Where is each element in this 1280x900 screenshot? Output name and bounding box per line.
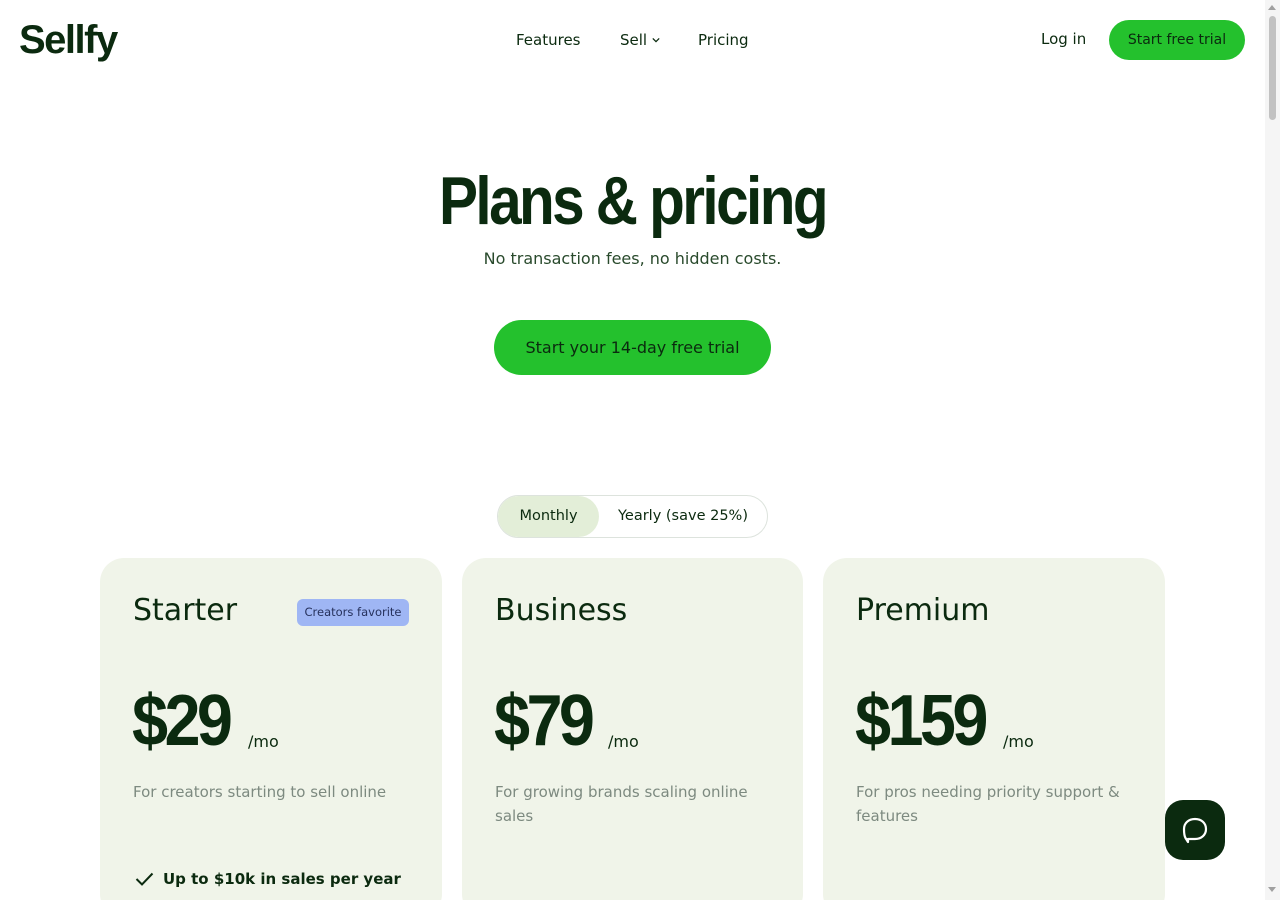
- plan-price: $159 /mo: [855, 676, 1034, 766]
- price-unit: /mo: [248, 732, 279, 751]
- billing-period-toggle: Monthly Yearly (save 25%): [497, 495, 768, 538]
- chat-support-button[interactable]: [1165, 800, 1225, 860]
- plan-feature-label: Up to $10k in sales per year: [163, 870, 401, 888]
- start-free-trial-button[interactable]: Start free trial: [1109, 20, 1245, 60]
- chat-bubble-icon: [1182, 817, 1208, 844]
- nav-pricing-link[interactable]: Pricing: [698, 29, 749, 51]
- page-title: Plans & pricing: [439, 163, 829, 239]
- price-unit: /mo: [608, 732, 639, 751]
- plan-name: Starter: [133, 593, 238, 628]
- start-14-day-trial-button[interactable]: Start your 14-day free trial: [494, 320, 771, 375]
- site-header: Sellfy Features Sell Pricing Log in Star…: [0, 0, 1265, 80]
- billing-monthly-option[interactable]: Monthly: [498, 496, 599, 537]
- price-amount: $29: [132, 681, 233, 761]
- plan-card-starter: Starter Creators favorite $29 /mo For cr…: [100, 558, 442, 900]
- plan-name: Premium: [856, 593, 990, 628]
- price-amount: $159: [855, 681, 988, 761]
- chevron-down-icon: [652, 37, 660, 43]
- page-scrollbar[interactable]: [1265, 0, 1280, 900]
- nav-features-link[interactable]: Features: [516, 29, 581, 51]
- plan-card-business: Business $79 /mo For growing brands scal…: [462, 558, 803, 900]
- price-amount: $79: [494, 681, 595, 761]
- plan-name: Business: [495, 593, 628, 628]
- price-unit: /mo: [1003, 732, 1034, 751]
- nav-sell-dropdown[interactable]: Sell: [620, 29, 660, 51]
- check-icon: [135, 872, 154, 886]
- plan-price: $29 /mo: [132, 676, 279, 766]
- plan-card-premium: Premium $159 /mo For pros needing priori…: [823, 558, 1165, 900]
- creators-favorite-badge: Creators favorite: [297, 599, 409, 626]
- scroll-up-arrow-icon[interactable]: [1268, 5, 1276, 10]
- nav-pricing-label: Pricing: [698, 31, 749, 49]
- scroll-down-arrow-icon[interactable]: [1268, 887, 1276, 892]
- nav-features-label: Features: [516, 31, 581, 49]
- page-subtitle: No transaction fees, no hidden costs.: [483, 249, 782, 268]
- login-link[interactable]: Log in: [1041, 28, 1086, 50]
- plan-description: For pros needing priority support & feat…: [856, 783, 1120, 825]
- scrollbar-thumb[interactable]: [1269, 16, 1276, 120]
- plan-description: For creators starting to sell online: [133, 783, 387, 801]
- billing-yearly-option[interactable]: Yearly (save 25%): [599, 496, 767, 537]
- plan-description: For growing brands scaling online sales: [495, 783, 748, 825]
- plan-feature: Up to $10k in sales per year: [135, 868, 401, 890]
- plan-price: $79 /mo: [494, 676, 639, 766]
- nav-sell-label: Sell: [620, 31, 648, 49]
